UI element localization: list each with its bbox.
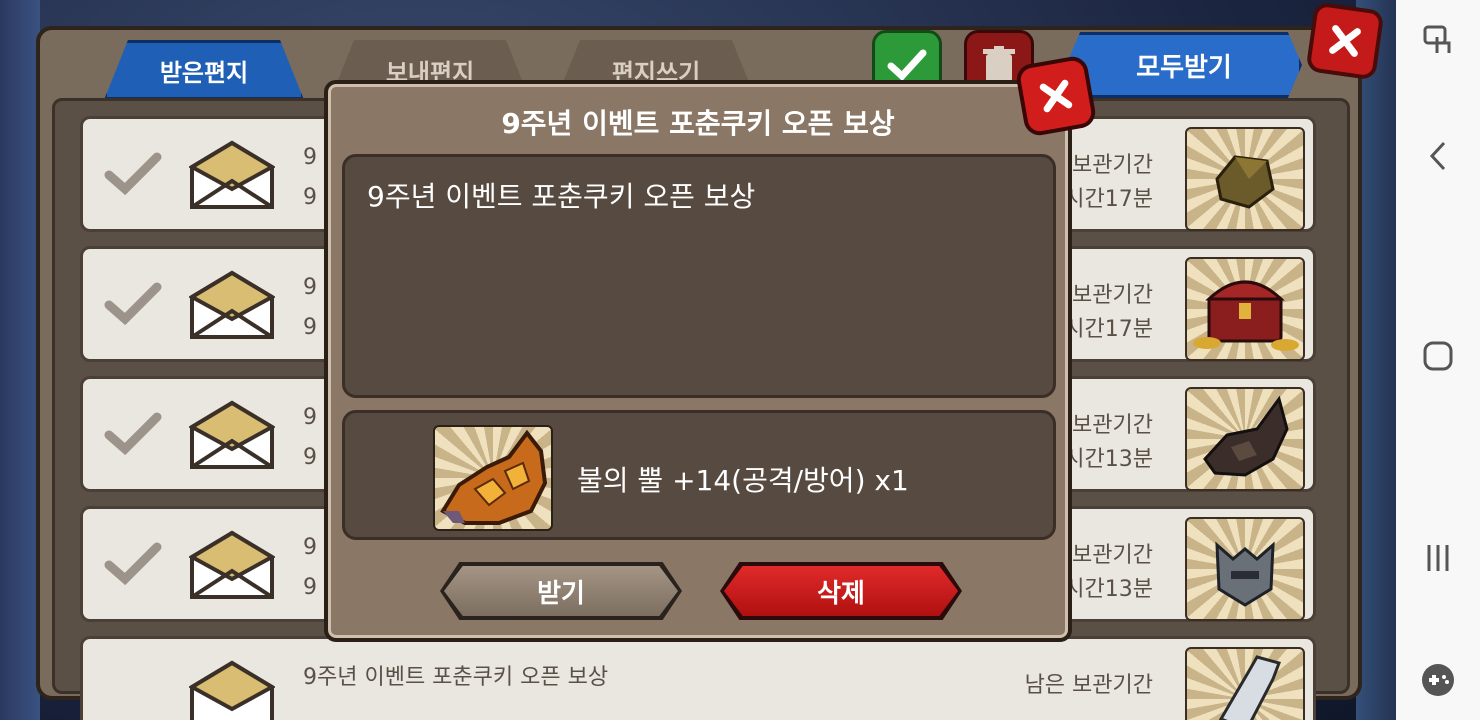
trash-icon [983, 46, 1015, 82]
mail-title: 9 [303, 405, 317, 430]
mailbox-close-button[interactable] [1305, 1, 1385, 81]
mail-expiry-value: 시간17분 [1064, 317, 1153, 342]
mail-expiry-label: 보관기간 [1072, 543, 1153, 568]
mail-expiry-label: 보관기간 [1072, 283, 1153, 308]
mail-subtitle: 9 [303, 185, 317, 210]
check-icon[interactable] [103, 279, 163, 329]
treasure-chest-icon [1185, 257, 1305, 361]
screen-pin-button[interactable] [1396, 10, 1480, 70]
envelope-open-icon [189, 140, 275, 209]
mail-expiry-value: 시간13분 [1064, 577, 1153, 602]
reward-label: 불의 뿔 +14(공격/방어) x1 [577, 464, 909, 497]
delete-button[interactable]: 삭제 [720, 562, 962, 620]
game-screen: 받은편지 보내편지 편지쓰기 모두받기 9 9 보관기간 시간17분 9 9 보… [0, 0, 1396, 720]
home-button[interactable] [1396, 326, 1480, 386]
system-navigation-bar [1396, 0, 1480, 720]
helmet-icon [1185, 517, 1305, 621]
back-icon [1429, 141, 1446, 171]
recents-button[interactable] [1396, 528, 1480, 588]
tab-received-mail[interactable]: 받은편지 [104, 40, 304, 100]
close-icon [1329, 25, 1361, 57]
mail-subtitle: 9 [303, 445, 317, 470]
mail-title: 9주년 이벤트 포춘쿠키 오픈 보상 [303, 665, 609, 690]
mail-subtitle: 9 [303, 315, 317, 340]
gamepad-icon [1422, 664, 1454, 696]
tab-label: 받은편지 [159, 58, 249, 87]
envelope-open-icon [189, 660, 275, 720]
game-tools-button[interactable] [1396, 650, 1480, 710]
mail-expiry-value: 시간17분 [1064, 187, 1153, 212]
dialog-close-button[interactable] [1014, 54, 1098, 138]
dark-horn-icon [1185, 387, 1305, 491]
mail-expiry-value: 시간13분 [1064, 447, 1153, 472]
mail-expiry-label: 남은 보관기간 [1024, 673, 1153, 698]
envelope-open-icon [189, 400, 275, 469]
mail-title: 9 [303, 145, 317, 170]
home-icon [1423, 341, 1453, 371]
check-icon[interactable] [103, 539, 163, 589]
dialog-title: 9주년 이벤트 포춘쿠키 오픈 보상 [501, 107, 895, 140]
recents-icon [1427, 545, 1449, 571]
receive-all-button[interactable]: 모두받기 [1066, 32, 1302, 98]
background-right [1356, 0, 1396, 720]
message-text: 9주년 이벤트 포춘쿠키 오픈 보상 [367, 180, 756, 213]
delete-button-label: 삭제 [817, 578, 865, 609]
envelope-open-icon [189, 530, 275, 599]
background-left [0, 0, 40, 720]
gold-chunk-icon [1185, 127, 1305, 231]
mail-detail-dialog: 9주년 이벤트 포춘쿠키 오픈 보상 9주년 이벤트 포춘쿠키 오픈 보상 불의… [324, 80, 1072, 642]
check-icon [887, 49, 927, 81]
close-icon [1039, 79, 1073, 113]
reward-box: 불의 뿔 +14(공격/방어) x1 [342, 410, 1056, 540]
check-icon[interactable] [103, 149, 163, 199]
mail-expiry-label: 보관기간 [1072, 153, 1153, 178]
mail-expiry-label: 보관기간 [1072, 413, 1153, 438]
receive-all-label: 모두받기 [1136, 52, 1232, 83]
mail-title: 9 [303, 535, 317, 560]
mail-row[interactable]: 9주년 이벤트 포춘쿠키 오픈 보상 남은 보관기간 [80, 636, 1316, 720]
bottle-icon [1185, 647, 1305, 720]
receive-button-label: 받기 [537, 578, 585, 609]
touch-icon [1423, 25, 1451, 53]
message-box: 9주년 이벤트 포춘쿠키 오픈 보상 [342, 154, 1056, 398]
envelope-open-icon [189, 270, 275, 339]
mail-title: 9 [303, 275, 317, 300]
fire-horn-icon [433, 425, 553, 531]
receive-button[interactable]: 받기 [440, 562, 682, 620]
check-icon[interactable] [103, 409, 163, 459]
mail-subtitle: 9 [303, 575, 317, 600]
back-button[interactable] [1396, 126, 1480, 186]
